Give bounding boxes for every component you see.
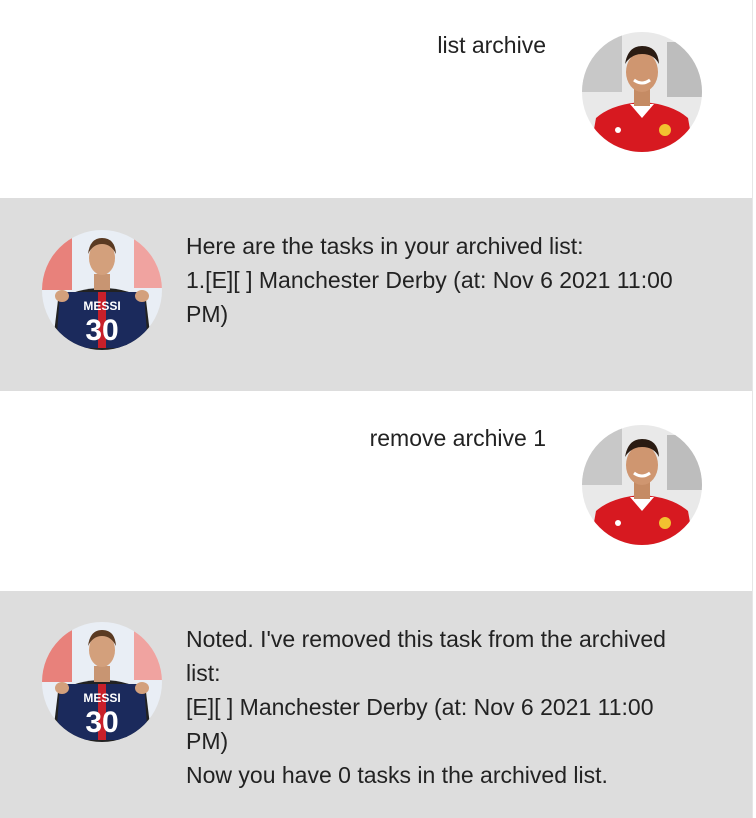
scroll-edge — [752, 0, 756, 818]
message-text: Noted. I've removed this task from the a… — [186, 626, 666, 788]
jersey-number: 30 — [85, 314, 118, 347]
message-text: remove archive 1 — [369, 425, 546, 451]
message-row-bot: MESSI 30 Here are the tasks in your arch… — [0, 198, 752, 391]
ronaldo-avatar — [582, 32, 702, 152]
jersey-number: 30 — [85, 706, 118, 739]
message-row-bot: MESSI 30 Noted. I've removed this task f… — [0, 591, 752, 818]
ronaldo-avatar — [582, 425, 702, 545]
message-row-user: remove archive 1 — [0, 391, 752, 591]
message-row-user: list archive — [0, 0, 752, 198]
jersey-name: MESSI — [83, 299, 120, 313]
messi-avatar: MESSI 30 — [42, 622, 162, 742]
messi-avatar: MESSI 30 — [42, 230, 162, 350]
message-text: list archive — [437, 32, 546, 58]
message-text: Here are the tasks in your archived list… — [186, 233, 673, 327]
jersey-name: MESSI — [83, 691, 120, 705]
